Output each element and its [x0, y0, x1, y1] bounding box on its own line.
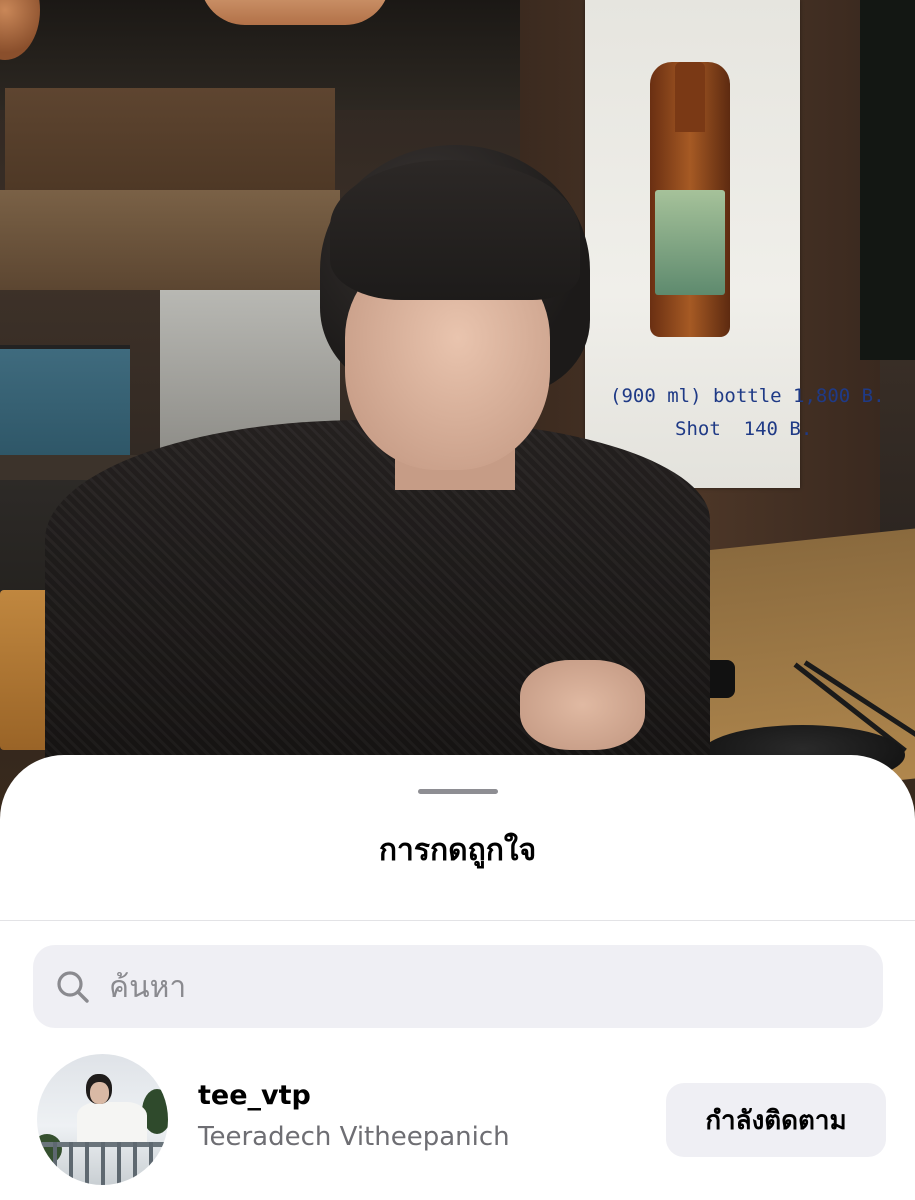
full-name: Teeradech Vitheepanich: [198, 1122, 510, 1152]
photo-bottle-label: [655, 190, 725, 295]
photo-lamp: [200, 0, 390, 25]
search-input[interactable]: [107, 961, 851, 1013]
background-photo: (900 ml) bottle 1,800 B. Shot 140 B.: [0, 0, 915, 820]
sheet-title: การกดถูกใจ: [378, 833, 537, 868]
following-button[interactable]: กำลังติดตาม: [666, 1083, 886, 1157]
poster-bottle-price: (900 ml) bottle 1,800 B.: [610, 385, 885, 407]
poster-shot-price: Shot 140 B.: [675, 418, 813, 440]
photo-person-hand: [520, 660, 645, 750]
avatar-body: [77, 1102, 147, 1147]
user-row[interactable]: tee_vtp Teeradech Vitheepanich กำลังติดต…: [0, 1050, 915, 1190]
search-icon: [57, 971, 89, 1003]
photo-bottle-neck: [675, 62, 705, 132]
photo-fridge: [0, 345, 130, 464]
photo-person-fringe: [330, 160, 580, 300]
likes-sheet: การกดถูกใจ tee_vtp Teeradech Vitheepanic…: [0, 755, 915, 1200]
photo-window: [860, 0, 915, 360]
avatar-railing: [37, 1142, 168, 1185]
avatar[interactable]: [37, 1054, 168, 1185]
screen: (900 ml) bottle 1,800 B. Shot 140 B. การ…: [0, 0, 915, 1200]
sheet-grabber-handle[interactable]: [418, 789, 498, 794]
username[interactable]: tee_vtp: [198, 1080, 311, 1111]
avatar-face: [90, 1082, 109, 1104]
divider: [0, 920, 915, 921]
search-bar[interactable]: [33, 945, 883, 1028]
photo-wood-panel: [0, 190, 340, 290]
